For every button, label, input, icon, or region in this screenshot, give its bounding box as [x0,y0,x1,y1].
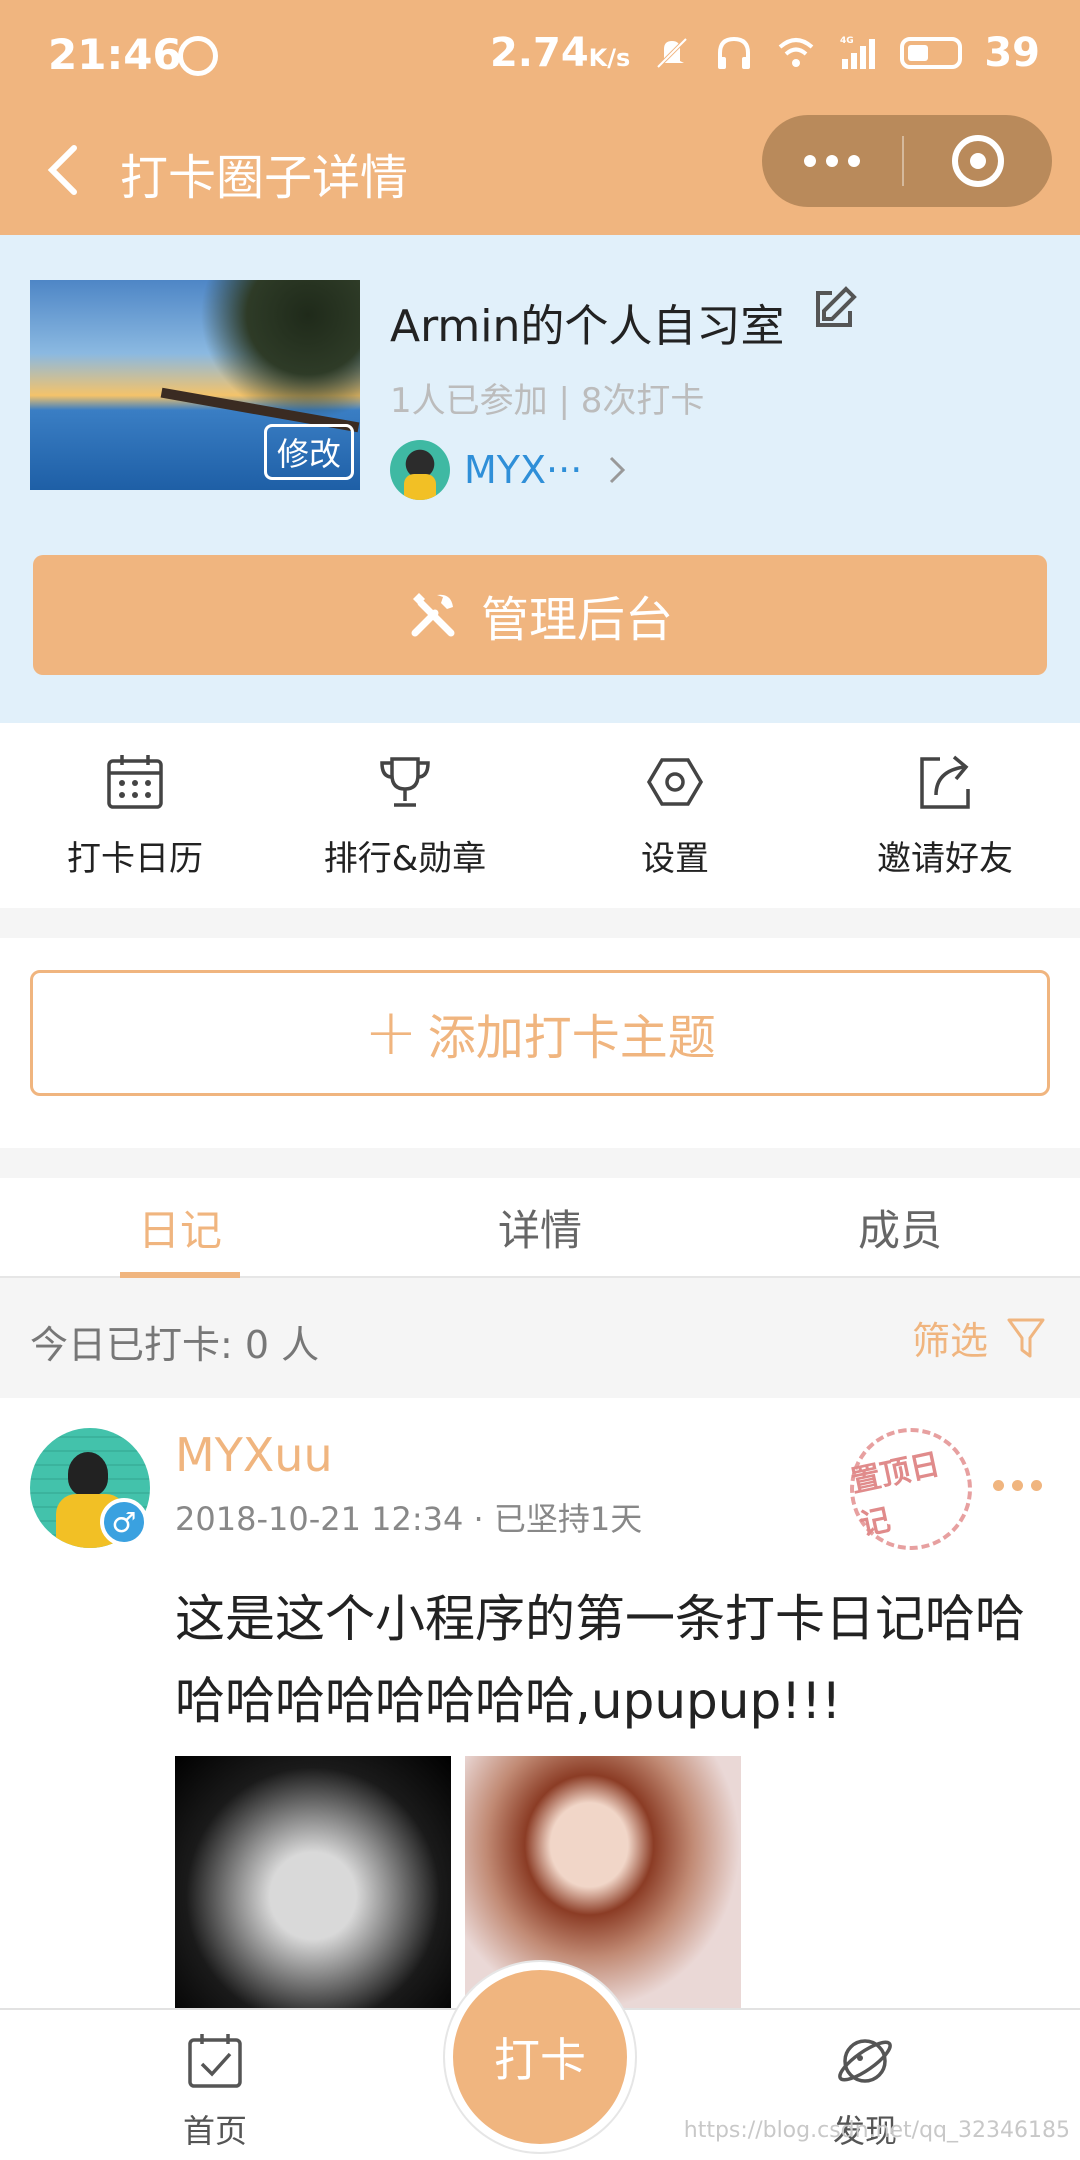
tools-icon [411,593,455,637]
owner-avatar [390,440,450,500]
avatar-head [68,1452,108,1496]
notification-icon [178,36,218,76]
quick-actions: 打卡日历 排行&勋章 设置 邀请好友 [0,723,1080,908]
status-time: 21:46 [48,30,182,79]
miniprogram-capsule [762,115,1052,207]
share-icon [920,755,970,809]
post-photo[interactable] [175,1756,451,2010]
tab-home-label: 首页 [182,2112,247,2150]
action-ranking[interactable]: 排行&勋章 [270,723,540,908]
page-title: 打卡圈子详情 [120,150,409,206]
post-username[interactable]: MYXuu [175,1428,333,1482]
action-invite[interactable]: 邀请好友 [810,723,1080,908]
pinned-stamp: 置顶日记 [838,1416,984,1562]
home-checklist-icon [188,2034,242,2088]
target-icon [952,135,1004,187]
settings-icon [646,758,704,806]
planet-icon [838,2039,892,2083]
add-topic-label: 添加打卡主题 [427,1010,716,1066]
circle-owner[interactable]: MYX··· [390,440,626,500]
section-divider [0,908,1080,938]
plus-icon: + [364,996,418,1070]
signal-icon: 4G [840,36,876,69]
owner-name: MYX··· [464,448,583,492]
content-tabs: 日记 详情 成员 [0,1178,1080,1278]
circle-header: 修改 Armin的个人自习室 1人已参加 | 8次打卡 MYX··· 管理后台 [0,235,1080,723]
mute-icon [656,37,688,69]
today-count: 今日已打卡: 0 人 [30,1323,320,1367]
manage-backend-label: 管理后台 [480,592,673,648]
battery-level: 39 [984,30,1040,76]
post-more-button[interactable] [993,1480,1042,1491]
network-type: 4G [840,36,854,46]
section-divider [0,1148,1080,1178]
edit-icon[interactable] [810,285,858,333]
calendar-icon [107,755,163,809]
action-label: 邀请好友 [877,839,1013,879]
tab-members[interactable]: 成员 [720,1178,1080,1276]
post-meta: 2018-10-21 12:34 · 已坚持1天 [175,1500,643,1538]
more-menu-button[interactable] [762,115,902,207]
action-calendar[interactable]: 打卡日历 [0,723,270,908]
tab-home[interactable]: 首页 [115,2030,315,2152]
male-icon: ♂ [100,1498,148,1546]
circle-stats: 1人已参加 | 8次打卡 [390,381,705,421]
headphones-icon [718,36,751,69]
tab-diary[interactable]: 日记 [0,1178,360,1278]
action-settings[interactable]: 设置 [540,723,810,908]
back-icon[interactable] [40,140,90,200]
add-topic-button[interactable]: + 添加打卡主题 [30,970,1050,1096]
chevron-right-icon [610,456,626,484]
cover-edit-tag[interactable]: 修改 [263,424,354,480]
tab-details[interactable]: 详情 [360,1178,720,1276]
circle-cover-image[interactable]: 修改 [30,280,360,490]
action-label: 设置 [641,839,709,879]
manage-backend-button[interactable]: 管理后台 [33,555,1047,675]
today-bar: 今日已打卡: 0 人 筛选 [0,1278,1080,1398]
diary-post: ♂ MYXuu 2018-10-21 12:34 · 已坚持1天 置顶日记 这是… [0,1398,1080,2010]
watermark: https://blog.csdn.net/qq_32346185 [683,2118,1070,2143]
status-bar: 21:46 2.74K/s 4G 39 [0,0,1080,110]
checkin-button[interactable]: 打卡 [445,1962,635,2152]
battery-icon [900,37,963,69]
action-label: 打卡日历 [67,839,203,879]
status-indicators: 2.74K/s 4G 39 [490,30,1040,76]
action-label: 排行&勋章 [323,839,487,879]
trophy-icon [380,757,430,807]
add-topic-section: + 添加打卡主题 [0,938,1080,1148]
post-text: 这是这个小程序的第一条打卡日记哈哈哈哈哈哈哈哈哈哈,upupup!!! [175,1590,1025,1730]
filter-icon [1007,1318,1045,1357]
wifi-icon [779,38,814,67]
network-speed: 2.74K/s [489,30,631,76]
close-miniprogram-button[interactable] [904,135,1052,187]
filter-label: 筛选 [911,1319,988,1363]
filter-button[interactable]: 筛选 [912,1310,1046,1365]
nav-bar: 打卡圈子详情 [0,110,1080,235]
circle-name: Armin的个人自习室 [390,301,785,352]
